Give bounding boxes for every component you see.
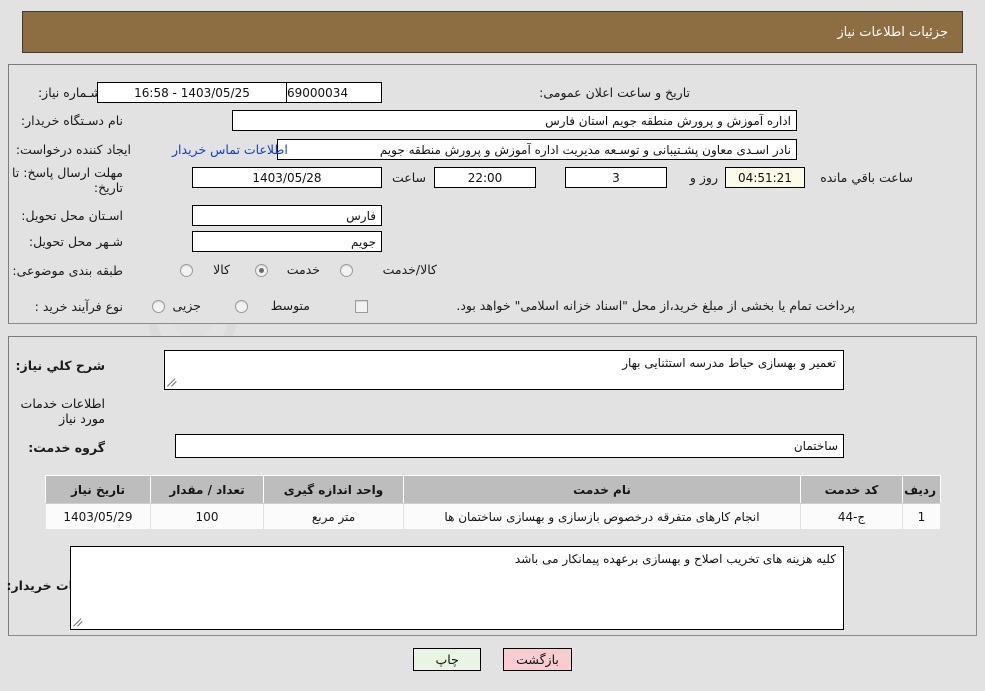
cell-need-date: 1403/05/29 bbox=[45, 503, 151, 530]
city-value: جویم bbox=[192, 231, 382, 252]
province-value: فارس bbox=[192, 205, 382, 226]
table-row: 1 ج-44 انجام کارهای متفرقه درخصوص بازساز… bbox=[45, 503, 941, 530]
col-quantity: تعداد / مقدار bbox=[150, 475, 264, 504]
general-desc-label: شرح کلي نیاز: bbox=[15, 358, 105, 373]
buyer-org-value: اداره آموزش و پرورش منطقه جویم استان فار… bbox=[232, 110, 797, 131]
page-header-bar: جزئیات اطلاعات نیاز bbox=[22, 11, 963, 53]
footer-button-row: بازگشت چاپ bbox=[0, 648, 985, 671]
process-label: نوع فرآیند خرید : bbox=[34, 299, 123, 314]
col-row-no: ردیف bbox=[902, 475, 941, 504]
radio-category-goods-label: کالا bbox=[213, 262, 230, 277]
requester-label: ایجاد کننده درخواست: bbox=[15, 142, 131, 157]
general-desc-value: تعمیر و بهسازی حیاط مدرسه استثنایی بهار bbox=[622, 356, 836, 370]
islamic-treasury-bonds-text: پرداخت تمام یا بخشی از مبلغ خرید،از محل … bbox=[456, 298, 855, 313]
days-label: روز و bbox=[689, 170, 718, 185]
buyer-notes-textarea[interactable]: کلیه هزینه های تخریب اصلاح و بهسازی برعه… bbox=[70, 546, 844, 630]
services-section-title: اطلاعات خدمات مورد نیاز bbox=[20, 396, 105, 426]
cell-quantity: 100 bbox=[150, 503, 264, 530]
public-announce-value: 1403/05/25 - 16:58 bbox=[97, 82, 287, 103]
col-service-code: کد خدمت bbox=[800, 475, 903, 504]
radio-process-medium[interactable] bbox=[235, 300, 248, 313]
radio-category-service[interactable] bbox=[255, 264, 268, 277]
hour-label: ساعت bbox=[391, 170, 426, 185]
province-label: اسـتان محل تحویل: bbox=[21, 208, 123, 223]
radio-category-goods[interactable] bbox=[180, 264, 193, 277]
deadline-date-value: 1403/05/28 bbox=[192, 167, 382, 188]
service-group-value: ساختمان bbox=[175, 434, 844, 458]
deadline-label: مهلت ارسال پاسخ: تا تاریخ: bbox=[12, 165, 123, 195]
buyer-contact-link[interactable]: اطلاعات تماس خریدار bbox=[172, 142, 288, 157]
countdown-timer-value: 04:51:21 bbox=[725, 167, 805, 188]
radio-process-minor[interactable] bbox=[152, 300, 165, 313]
col-unit: واحد اندازه گیری bbox=[263, 475, 404, 504]
public-announce-label: تاریخ و ساعت اعلان عمومی: bbox=[539, 85, 690, 100]
deadline-time-value: 22:00 bbox=[434, 167, 536, 188]
need-summary-panel bbox=[8, 64, 977, 324]
city-label: شـهر محل تحویل: bbox=[28, 234, 123, 249]
requester-value: نادر اسـدی معاون پشـتیبانی و توسـعه مدیر… bbox=[277, 139, 797, 160]
services-table: ردیف کد خدمت نام خدمت واحد اندازه گیری ت… bbox=[45, 475, 941, 530]
cell-row-no: 1 bbox=[902, 503, 941, 530]
radio-category-goods-service-label: کالا/خدمت bbox=[382, 262, 437, 277]
cell-service-code: ج-44 bbox=[800, 503, 903, 530]
buyer-notes-value: کلیه هزینه های تخریب اصلاح و بهسازی برعه… bbox=[514, 552, 836, 566]
col-service-name: نام خدمت bbox=[403, 475, 801, 504]
page-title: جزئیات اطلاعات نیاز bbox=[837, 24, 948, 40]
back-button[interactable]: بازگشت bbox=[503, 648, 572, 671]
checkbox-islamic-treasury-bonds[interactable] bbox=[355, 300, 368, 313]
radio-process-medium-label: متوسط bbox=[270, 298, 310, 313]
table-header-row: ردیف کد خدمت نام خدمت واحد اندازه گیری ت… bbox=[45, 475, 941, 504]
category-label: طبقه بندی موضوعی: bbox=[12, 263, 123, 278]
page-root: AriaTender.net جزئیات اطلاعات نیاز شـمار… bbox=[0, 0, 985, 691]
col-need-date: تاریخ نیاز bbox=[45, 475, 151, 504]
service-group-label: گروه خدمت: bbox=[28, 440, 105, 455]
timer-label: ساعت باقي مانده bbox=[820, 170, 913, 185]
print-button[interactable]: چاپ bbox=[413, 648, 482, 671]
radio-category-goods-service[interactable] bbox=[340, 264, 353, 277]
radio-process-minor-label: جزیی bbox=[172, 298, 201, 313]
need-number-label: شـماره نیاز: bbox=[37, 85, 101, 100]
buyer-org-label: نام دسـتگاه خریدار: bbox=[20, 113, 123, 128]
general-desc-textarea[interactable]: تعمیر و بهسازی حیاط مدرسه استثنایی بهار bbox=[164, 350, 844, 390]
cell-unit: متر مربع bbox=[263, 503, 404, 530]
days-remaining-value: 3 bbox=[565, 167, 667, 188]
resize-grip-icon[interactable] bbox=[73, 616, 85, 628]
radio-category-service-label: خدمت bbox=[286, 262, 320, 277]
resize-grip-icon[interactable] bbox=[167, 376, 179, 388]
cell-service-name: انجام کارهای متفرقه درخصوص بازسازی و بهس… bbox=[403, 503, 801, 530]
